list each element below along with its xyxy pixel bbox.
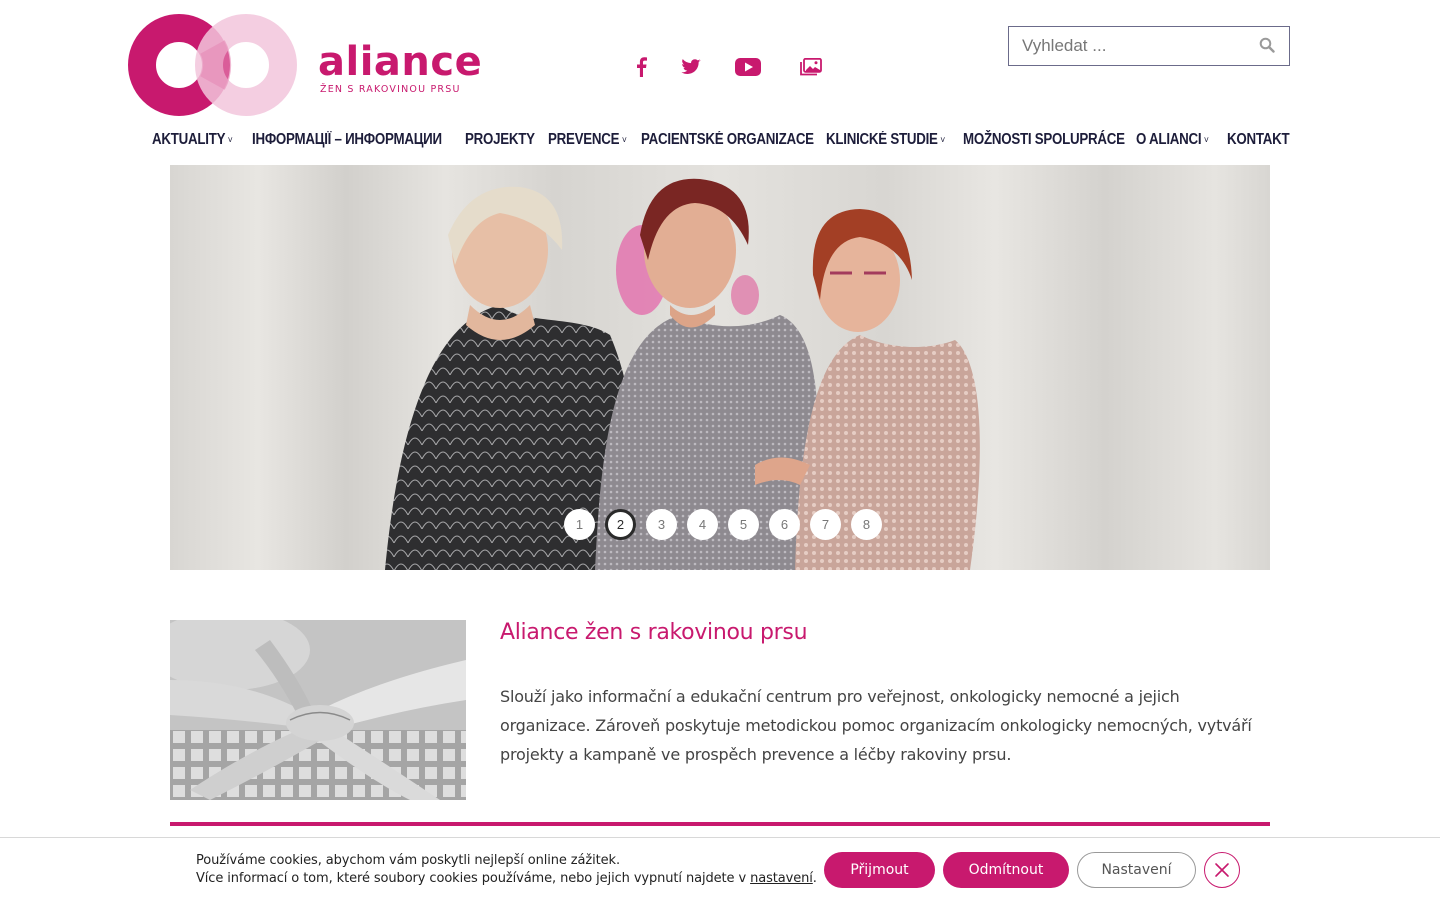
slider-dot[interactable]: 6 xyxy=(769,509,800,540)
chevron-down-icon: ˅ xyxy=(940,134,946,146)
cookie-line-2-end: . xyxy=(812,871,817,886)
facebook-icon[interactable] xyxy=(628,54,654,80)
cookie-bar: Používáme cookies, abychom vám poskytli … xyxy=(0,837,1440,900)
cookie-reject-button[interactable]: Odmítnout xyxy=(943,852,1069,888)
chevron-down-icon: ˅ xyxy=(1203,134,1209,146)
search-box xyxy=(1008,26,1290,66)
search-input[interactable] xyxy=(1009,27,1249,65)
nav-item-kontakt[interactable]: KONTAKT xyxy=(1227,126,1290,154)
twitter-icon[interactable] xyxy=(678,54,704,80)
youtube-icon[interactable] xyxy=(735,54,761,80)
site-header: aliance ŽEN S RAKOVINOU PRSU xyxy=(0,0,1440,120)
cookie-accept-button[interactable]: Přijmout xyxy=(824,852,935,888)
nav-item-label: MOŽNOSTI SPOLUPRÁCE xyxy=(963,131,1125,148)
logo-name: aliance xyxy=(318,39,483,85)
nav-item-o-alianci[interactable]: O ALIANCI ˅ xyxy=(1136,126,1209,154)
cookie-line-2: Více informací o tom, které soubory cook… xyxy=(196,870,817,888)
nav-item-projekty[interactable]: PROJEKTY xyxy=(465,126,535,154)
nav-item-label: PROJEKTY xyxy=(465,131,535,148)
hero-photo xyxy=(170,165,1270,570)
slider-dot[interactable]: 1 xyxy=(564,509,595,540)
logo-circles-icon xyxy=(128,14,297,116)
chevron-down-icon: ˅ xyxy=(227,134,233,146)
cookie-line-2-text: Více informací o tom, které soubory cook… xyxy=(196,871,751,886)
hands-photo xyxy=(170,620,466,800)
section-divider xyxy=(170,822,1270,826)
nav-item-label: AKTUALITY xyxy=(152,131,226,148)
nav-item-label: PREVENCE xyxy=(548,131,620,148)
hero-slider[interactable] xyxy=(170,165,1270,570)
slider-dot[interactable]: 3 xyxy=(646,509,677,540)
slider-dot[interactable]: 4 xyxy=(687,509,718,540)
nav-item-pacientske-organizace[interactable]: PACIENTSKÉ ORGANIZACE xyxy=(641,126,814,154)
nav-item-label: ІНФОРМАЦІЇ – ИНФОРМАЦИИ xyxy=(252,131,442,148)
slider-dot[interactable]: 8 xyxy=(851,509,882,540)
chevron-down-icon: ˅ xyxy=(621,134,627,146)
nav-item-label: KLINICKÉ STUDIE xyxy=(826,131,938,148)
cookie-message: Používáme cookies, abychom vám poskytli … xyxy=(196,852,817,888)
slider-dot[interactable]: 5 xyxy=(728,509,759,540)
nav-item-informace[interactable]: ІНФОРМАЦІЇ – ИНФОРМАЦИИ xyxy=(252,126,442,154)
nav-item-prevence[interactable]: PREVENCE ˅ xyxy=(548,126,627,154)
search-icon[interactable] xyxy=(1259,37,1277,55)
site-logo[interactable]: aliance ŽEN S RAKOVINOU PRSU xyxy=(128,14,482,116)
cookie-settings-button[interactable]: Nastavení xyxy=(1077,852,1196,888)
slider-dot[interactable]: 7 xyxy=(810,509,841,540)
nav-item-moznosti-spoluprace[interactable]: MOŽNOSTI SPOLUPRÁCE xyxy=(963,126,1125,154)
logo-tagline: ŽEN S RAKOVINOU PRSU xyxy=(320,84,461,95)
about-title: Aliance žen s rakovinou prsu xyxy=(500,620,808,645)
cookie-settings-link[interactable]: nastavení xyxy=(750,871,813,886)
about-text: Slouží jako informační a edukační centru… xyxy=(500,687,1252,764)
nav-item-label: PACIENTSKÉ ORGANIZACE xyxy=(641,131,814,148)
nav-item-aktuality[interactable]: AKTUALITY ˅ xyxy=(152,126,233,154)
logo-wordmark: aliance ŽEN S RAKOVINOU PRSU xyxy=(318,42,482,95)
slider-dot-active[interactable]: 2 xyxy=(605,509,636,540)
nav-item-klinicke-studie[interactable]: KLINICKÉ STUDIE ˅ xyxy=(826,126,945,154)
close-icon[interactable] xyxy=(1204,852,1240,888)
gallery-icon[interactable] xyxy=(798,54,824,80)
nav-item-label: O ALIANCI xyxy=(1136,131,1202,148)
cookie-line-1: Používáme cookies, abychom vám poskytli … xyxy=(196,853,620,868)
main-nav: AKTUALITY ˅ ІНФОРМАЦІЇ – ИНФОРМАЦИИ PROJE… xyxy=(0,126,1440,154)
nav-item-label: KONTAKT xyxy=(1227,131,1290,148)
